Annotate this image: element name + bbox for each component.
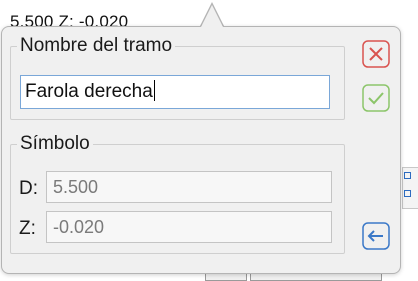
back-button[interactable] <box>362 222 390 250</box>
d-field: 5.500 <box>46 171 332 203</box>
text-caret <box>153 80 155 101</box>
z-label: Z: <box>19 218 36 239</box>
accept-button[interactable] <box>362 84 390 112</box>
z-field: -0.020 <box>46 211 332 243</box>
cancel-button[interactable] <box>362 40 390 68</box>
close-icon <box>362 40 390 68</box>
check-icon <box>362 84 390 112</box>
symbol-group-title: Símbolo <box>17 133 93 155</box>
arrow-left-icon <box>362 222 390 250</box>
d-label: D: <box>19 178 38 199</box>
segment-name-value: Farola derecha <box>25 81 153 102</box>
popup-pointer-fill <box>201 5 223 27</box>
segment-name-group-title: Nombre del tramo <box>17 35 176 57</box>
segment-name-input[interactable]: Farola derecha <box>20 75 330 109</box>
background-grid-icon[interactable] <box>402 167 418 209</box>
